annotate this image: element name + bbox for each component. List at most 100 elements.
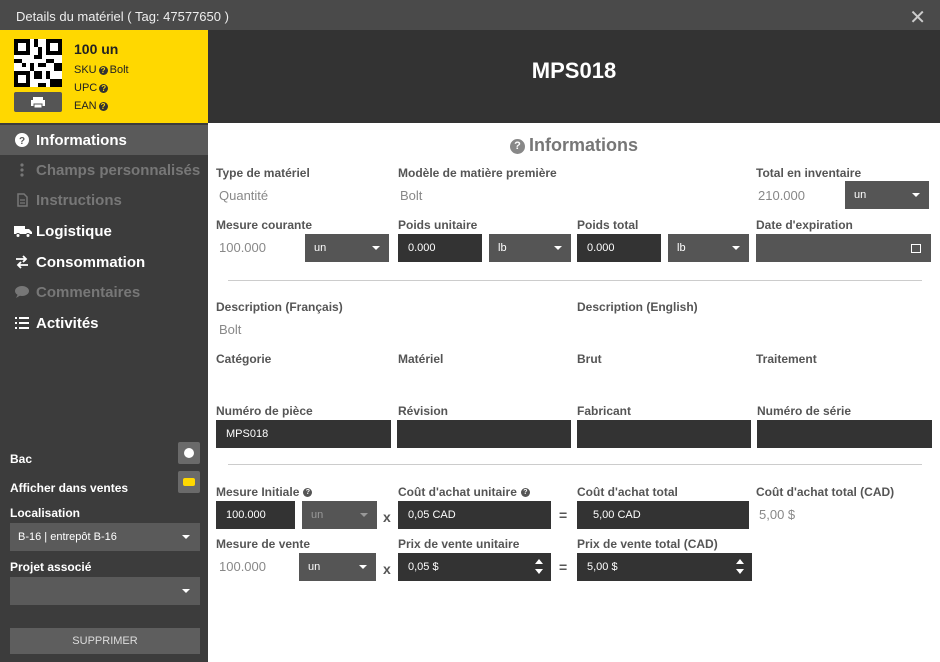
poids-total-unit-select[interactable]: lb	[668, 234, 749, 262]
nav-logistique[interactable]: Logistique	[0, 216, 208, 246]
serie-label: Numéro de série	[757, 404, 852, 418]
question-circle-icon: ?	[14, 133, 30, 149]
projet-select[interactable]	[10, 577, 200, 605]
title-bar: Details du matériel ( Tag: 47577650 ) ✕	[0, 0, 940, 30]
print-button[interactable]	[14, 92, 62, 112]
close-icon[interactable]: ✕	[909, 5, 926, 30]
fabricant-label: Fabricant	[577, 404, 632, 418]
divider	[228, 280, 922, 281]
revision-input[interactable]	[397, 420, 571, 448]
main-panel: ? Informations Type de matériel Quantité …	[208, 123, 940, 662]
help-icon: ?	[303, 488, 313, 497]
tag-card: 100 un SKU? Bolt UPC? EAN?	[0, 30, 208, 123]
caret-down-icon	[182, 589, 190, 593]
nav-consommation[interactable]: Consommation	[0, 247, 208, 277]
localisation-select[interactable]: B-16 | entrepôt B-16	[10, 523, 200, 551]
mesure-initiale-input[interactable]: 100.000	[216, 501, 295, 529]
bac-alarm-button[interactable]	[178, 442, 200, 464]
modele-label: Modèle de matière première	[398, 166, 557, 180]
divider	[228, 464, 922, 465]
window-title: Details du matériel ( Tag: 47577650 )	[16, 9, 229, 24]
modele-value: Bolt	[400, 188, 423, 203]
poids-total-label: Poids total	[577, 218, 639, 232]
mesure-unit-select[interactable]: un	[305, 234, 389, 262]
times-operator: x	[383, 561, 391, 577]
traitement-label: Traitement	[756, 352, 817, 366]
mesure-initiale-unit-select[interactable]: un	[302, 501, 377, 529]
help-icon: ?	[99, 84, 109, 93]
alarm-icon	[184, 448, 194, 458]
speech-bubble-icon	[14, 285, 30, 301]
ventes-label: Afficher dans ventes	[10, 481, 129, 495]
nav-label: Commentaires	[36, 284, 141, 301]
prix-total-label: Prix de vente total (CAD)	[577, 537, 718, 551]
date-input[interactable]	[756, 234, 931, 262]
help-icon: ?	[520, 488, 530, 497]
piece-input[interactable]: MPS018	[216, 420, 391, 448]
poids-unitaire-label: Poids unitaire	[398, 218, 478, 232]
poids-unitaire-input[interactable]: 0.000	[398, 234, 482, 262]
nav-label: Instructions	[36, 192, 122, 209]
type-label: Type de matériel	[216, 166, 310, 180]
caret-down-icon	[912, 193, 920, 197]
prix-unitaire-input[interactable]: 0,05 $	[398, 553, 551, 581]
vertical-dots-icon	[14, 163, 30, 179]
quantity-text: 100 un	[74, 41, 119, 57]
truck-icon	[14, 224, 32, 240]
help-icon: ?	[98, 102, 108, 111]
nav-champs-personnalises[interactable]: Champs personnalisés	[0, 155, 208, 185]
localisation-label: Localisation	[10, 506, 81, 520]
desc-fr-label: Description (Français)	[216, 300, 343, 314]
delete-button[interactable]: SUPPRIMER	[10, 628, 200, 654]
spinner-icon[interactable]	[736, 559, 744, 575]
material-name: MPS018	[531, 58, 617, 83]
bac-label: Bac	[10, 452, 33, 466]
nav-commentaires[interactable]: Commentaires	[0, 277, 208, 307]
vente-unit-select[interactable]: un	[299, 553, 376, 581]
mesure-label: Mesure courante	[216, 218, 313, 232]
nav-label: Logistique	[36, 223, 112, 240]
sku-label: SKU	[74, 64, 97, 76]
fabricant-input[interactable]	[577, 420, 751, 448]
help-icon: ?	[98, 66, 108, 75]
poids-total-input[interactable]: 0.000	[577, 234, 661, 262]
ean-label: EAN	[74, 100, 97, 112]
localisation-value: B-16 | entrepôt B-16	[18, 531, 117, 543]
qr-code-icon	[14, 39, 62, 87]
date-label: Date d'expiration	[756, 218, 853, 232]
mesure-value: 100.000	[219, 240, 266, 255]
upc-label: UPC	[74, 82, 98, 94]
caret-down-icon	[372, 246, 380, 250]
revision-label: Révision	[398, 404, 449, 418]
spinner-icon[interactable]	[535, 559, 543, 575]
printer-icon	[31, 97, 45, 109]
cout-unitaire-input[interactable]: 0,05 CAD	[398, 501, 551, 529]
svg-text:?: ?	[19, 136, 25, 147]
serie-input[interactable]	[757, 420, 932, 448]
cout-total-input[interactable]: 5,00 CAD	[577, 501, 749, 529]
caret-down-icon	[359, 565, 367, 569]
nav-informations[interactable]: ? Informations	[0, 125, 208, 155]
cout-total-label: Coût d'achat total	[577, 485, 678, 499]
ventes-toggle-button[interactable]	[178, 471, 200, 493]
cout-cad-label: Coût d'achat total (CAD)	[756, 485, 895, 499]
exchange-arrows-icon	[14, 255, 30, 271]
vente-label: Mesure de vente	[216, 537, 311, 551]
question-circle-icon: ?	[509, 139, 525, 154]
nav-activites[interactable]: Activités	[0, 308, 208, 338]
piece-label: Numéro de pièce	[216, 404, 313, 418]
total-label: Total en inventaire	[756, 166, 862, 180]
cout-unitaire-label: Coût d'achat unitaire?	[398, 485, 530, 499]
caret-down-icon	[732, 246, 740, 250]
nav-instructions[interactable]: Instructions	[0, 185, 208, 215]
document-icon	[14, 193, 30, 209]
equals-operator: =	[559, 507, 568, 523]
prix-total-input[interactable]: 5,00 $	[577, 553, 752, 581]
categorie-label: Catégorie	[216, 352, 272, 366]
nav-label: Champs personnalisés	[36, 162, 201, 179]
total-unit-select[interactable]: un	[845, 181, 929, 209]
poids-unitaire-unit-select[interactable]: lb	[489, 234, 571, 262]
nav-label: Informations	[36, 132, 127, 149]
type-value: Quantité	[219, 188, 269, 203]
calendar-icon[interactable]	[911, 244, 921, 253]
